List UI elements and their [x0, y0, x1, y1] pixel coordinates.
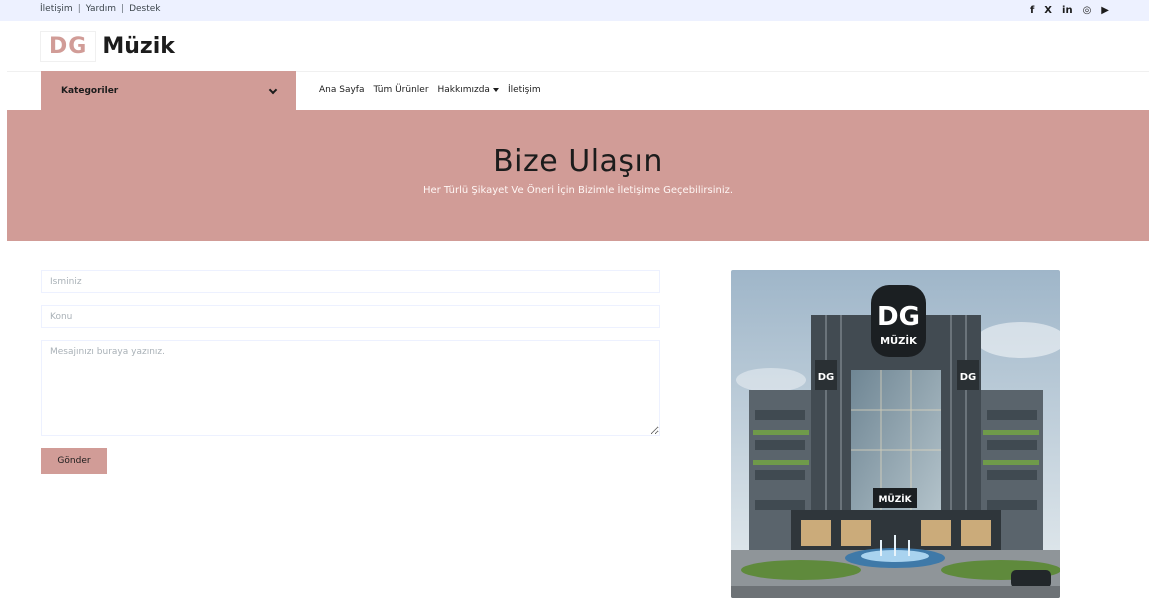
facebook-icon[interactable]: f: [1030, 3, 1034, 17]
separator: |: [121, 4, 125, 14]
top-link-support[interactable]: Destek: [129, 4, 160, 14]
separator: |: [77, 4, 81, 14]
chevron-down-icon: [268, 85, 278, 94]
storefront-sign: MÜZİK: [878, 494, 912, 505]
categories-dropdown[interactable]: Kategoriler: [41, 71, 296, 111]
x-icon[interactable]: X: [1044, 3, 1052, 17]
name-input[interactable]: [41, 270, 660, 293]
page-subtitle: Her Türlü Şikayet Ve Öneri İçin Bizimle …: [422, 185, 734, 196]
side-sign-left: DG: [818, 372, 835, 383]
subject-input[interactable]: [41, 305, 660, 328]
send-button[interactable]: Gönder: [41, 448, 107, 474]
top-link-contact[interactable]: İletişim: [40, 4, 73, 14]
nav-about-dropdown[interactable]: Hakkımızda: [438, 85, 499, 95]
building-sign-text: MÜZİK: [880, 333, 918, 347]
youtube-icon[interactable]: ▶: [1101, 3, 1109, 17]
nav-links: Ana Sayfa Tüm Ürünler Hakkımızda İletişi…: [319, 85, 541, 95]
instagram-icon[interactable]: ◎: [1083, 3, 1092, 17]
top-link-help[interactable]: Yardım: [86, 4, 116, 14]
store-image: DG MÜZİK DG DG MÜZİK: [731, 270, 1060, 598]
navbar: Kategoriler Ana Sayfa Tüm Ürünler Hakkım…: [7, 71, 1149, 111]
building-sign-logo: DG: [877, 302, 920, 332]
nav-contact[interactable]: İletişim: [508, 85, 541, 95]
page-header: Bize Ulaşın Her Türlü Şikayet Ve Öneri İ…: [7, 110, 1149, 241]
top-links: İletişim | Yardım | Destek: [40, 4, 161, 14]
logo[interactable]: DG Müzik: [40, 28, 175, 64]
side-sign-right: DG: [960, 372, 977, 383]
categories-label: Kategoriler: [61, 86, 119, 96]
page-title: Bize Ulaşın: [493, 144, 663, 179]
message-textarea[interactable]: [41, 340, 660, 436]
nav-home[interactable]: Ana Sayfa: [319, 85, 364, 95]
linkedin-icon[interactable]: in: [1062, 3, 1073, 17]
social-links: f X in ◎ ▶: [1030, 3, 1109, 17]
nav-all-products[interactable]: Tüm Ürünler: [373, 85, 428, 95]
logo-prefix: DG: [40, 30, 97, 62]
store-building-illustration: DG MÜZİK DG DG MÜZİK: [731, 270, 1060, 598]
logo-name: Müzik: [102, 33, 175, 59]
top-bar: İletişim | Yardım | Destek f X in ◎ ▶: [0, 0, 1149, 21]
